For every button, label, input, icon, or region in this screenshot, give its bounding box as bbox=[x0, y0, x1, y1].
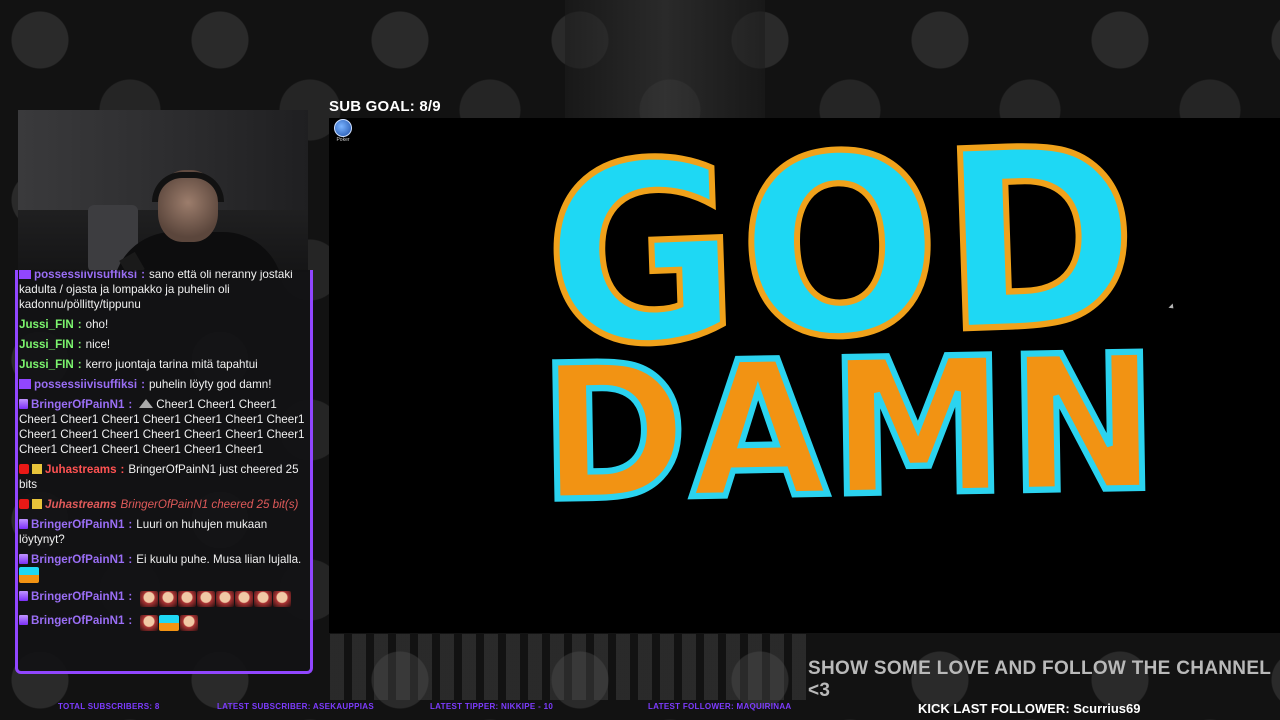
chat-message: Jussi_FIN: nice! bbox=[19, 338, 111, 351]
face-emote-icon bbox=[179, 615, 198, 631]
chat-message: BringerOfPainN1: Luuri on huhujen mukaan … bbox=[19, 518, 268, 546]
face-emote-icon bbox=[177, 591, 196, 607]
chat-message: possessiivisuffiksi: puhelin löyty god da… bbox=[19, 377, 306, 392]
sub-badge-icon bbox=[19, 379, 31, 389]
ticker-total-subscribers: TOTAL SUBSCRIBERS: 8 bbox=[58, 702, 160, 711]
chat-message: Jussi_FIN: kerro juontaja tarina mitä tap… bbox=[19, 358, 258, 371]
chat-username[interactable]: BringerOfPainN1 bbox=[31, 518, 124, 531]
chat-message: Juhastreams: BringerOfPainN1 just cheered… bbox=[19, 463, 299, 491]
chat-text: kerro juontaja tarina mitä tapahtui bbox=[85, 358, 258, 371]
chat-text: nice! bbox=[85, 338, 111, 351]
chat-username[interactable]: BringerOfPainN1 bbox=[31, 398, 124, 411]
poker-app-label: Poker bbox=[336, 137, 350, 143]
emote-row bbox=[139, 591, 292, 608]
chat-username[interactable]: Jussi_FIN bbox=[19, 358, 74, 371]
chat-message: BringerOfPainN1: bbox=[19, 589, 306, 608]
sub-goal-label: SUB GOAL: 8/9 bbox=[329, 98, 441, 115]
chat-text: oho! bbox=[85, 318, 109, 331]
star-badge-icon bbox=[32, 499, 42, 509]
chat-username[interactable]: Jussi_FIN bbox=[19, 318, 74, 331]
emote-row bbox=[139, 615, 199, 632]
kick-last-follower: KICK LAST FOLLOWER: Scurrius69 bbox=[918, 701, 1141, 716]
background-top-strip bbox=[565, 0, 765, 118]
sub-badge-icon bbox=[19, 615, 28, 625]
chat-message: Juhastreams BringerOfPainN1 cheered 25 bi… bbox=[19, 497, 306, 512]
chat-message: Jussi_FIN: oho! bbox=[19, 318, 109, 331]
follow-banner: SHOW SOME LOVE AND FOLLOW THE CHANNEL <3 bbox=[808, 658, 1271, 701]
face-emote-icon bbox=[253, 591, 272, 607]
chat-message: BringerOfPainN1: bbox=[19, 613, 306, 632]
god-damn-emote-icon bbox=[158, 615, 179, 631]
chat-text: puhelin löyty god damn! bbox=[148, 378, 272, 391]
face-emote-icon bbox=[234, 591, 253, 607]
chat-username[interactable]: BringerOfPainN1 bbox=[31, 614, 124, 627]
face-emote-icon bbox=[139, 591, 158, 607]
face-emote-icon bbox=[158, 591, 177, 607]
poker-app-icon bbox=[334, 119, 352, 137]
ticker-latest-tipper: LATEST TIPPER: NIKKIPE - 10 bbox=[430, 702, 554, 711]
chat-message: possessiivisuffiksi: sano että oli nerann… bbox=[19, 270, 293, 311]
chat-username[interactable]: possessiivisuffiksi bbox=[34, 378, 137, 391]
cheer-icon bbox=[139, 399, 154, 408]
god-damn-emote-icon bbox=[19, 567, 39, 583]
face-emote-icon bbox=[139, 615, 158, 631]
sub-badge-icon bbox=[19, 270, 31, 279]
broadcaster-badge-icon bbox=[19, 499, 29, 509]
webcam-feed bbox=[18, 110, 308, 272]
ticker-latest-subscriber: LATEST SUBSCRIBER: ASEKAUPPIAS bbox=[217, 702, 375, 711]
chat-username[interactable]: Juhastreams bbox=[45, 463, 117, 476]
broadcaster-badge-icon bbox=[19, 464, 29, 474]
chat-username[interactable]: BringerOfPainN1 bbox=[31, 590, 124, 603]
chat-text: Ei kuulu puhe. Musa liian lujalla. bbox=[136, 553, 302, 566]
sub-badge-icon bbox=[19, 591, 28, 601]
sub-badge-icon bbox=[19, 554, 28, 564]
chat-message: BringerOfPainN1: Cheer1 Cheer1 Cheer1 Che… bbox=[19, 398, 305, 456]
poker-app-shortcut[interactable]: Poker bbox=[332, 119, 354, 145]
chat-username[interactable]: Jussi_FIN bbox=[19, 338, 74, 351]
face-emote-icon bbox=[272, 591, 291, 607]
face-emote-icon bbox=[196, 591, 215, 607]
chat-text: BringerOfPainN1 cheered 25 bit(s) bbox=[120, 498, 299, 511]
chat-message: BringerOfPainN1: Ei kuulu puhe. Musa liia… bbox=[19, 552, 306, 584]
chat-username[interactable]: BringerOfPainN1 bbox=[31, 553, 124, 566]
star-badge-icon bbox=[32, 464, 42, 474]
face-emote-icon bbox=[215, 591, 234, 607]
sub-badge-icon bbox=[19, 519, 28, 529]
alert-damn-text: DAMN bbox=[535, 311, 1164, 546]
sub-badge-icon bbox=[19, 399, 28, 409]
ticker-latest-follower: LATEST FOLLOWER: MAQUIRINAA bbox=[648, 702, 792, 711]
equalizer-decoration bbox=[330, 634, 810, 700]
chat-panel: possessiivisuffiksi: sano että oli nerann… bbox=[15, 270, 313, 674]
chat-username[interactable]: possessiivisuffiksi bbox=[34, 270, 137, 281]
chat-username[interactable]: Juhastreams bbox=[45, 498, 117, 511]
